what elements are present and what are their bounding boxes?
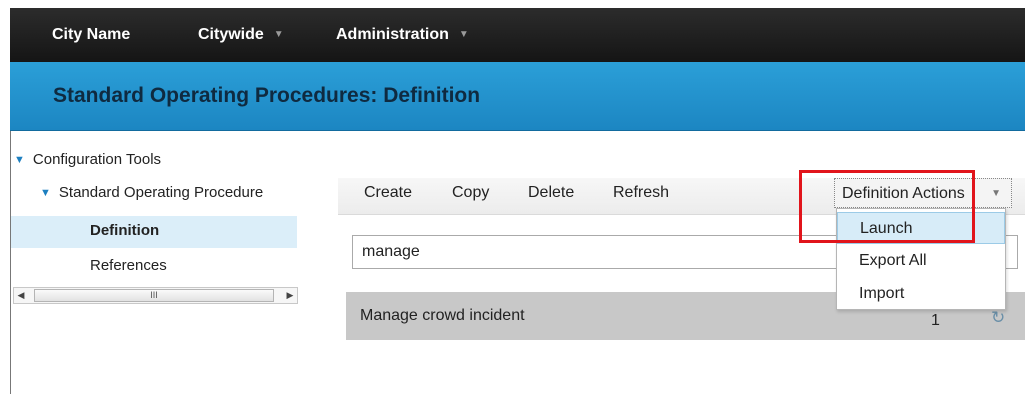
delete-button[interactable]: Delete [528,178,574,214]
chevron-down-icon: ▼ [273,29,284,40]
scroll-left-arrow-icon[interactable]: ◀ [14,288,28,303]
refresh-button[interactable]: Refresh [613,178,669,214]
administration-label: Administration [336,26,449,44]
chevron-down-icon: ▼ [458,29,469,40]
tree-item-label: Configuration Tools [32,151,162,168]
tree-item-configuration-tools[interactable]: ▼ Configuration Tools [14,147,298,173]
tree-item-label: References [90,257,167,274]
menu-item-export-all[interactable]: Export All [837,245,1005,277]
menu-item-import[interactable]: Import [837,278,1005,310]
result-name: Manage crowd incident [360,307,525,324]
create-button[interactable]: Create [364,178,412,214]
administration-menu[interactable]: Administration ▼ [336,8,469,62]
page-title: Standard Operating Procedures: Definitio… [53,84,481,107]
expand-triangle-icon[interactable]: ▼ [14,147,25,173]
scroll-right-arrow-icon[interactable]: ▶ [283,288,297,303]
menu-item-launch[interactable]: Launch [837,212,1005,244]
citywide-label: Citywide [198,26,264,44]
tree-item-label: Definition [90,222,160,239]
definition-actions-menu: Launch Export All Import [836,208,1006,310]
copy-button[interactable]: Copy [452,178,489,214]
definition-actions-label: Definition Actions [842,185,965,202]
citywide-menu[interactable]: Citywide ▼ [198,8,284,62]
top-nav-bar: City Name Citywide ▼ Administration ▼ [10,8,1025,62]
refresh-icon[interactable]: ↻ [991,308,1005,328]
tree-item-references[interactable]: References [11,253,297,279]
definition-actions-dropdown[interactable]: Definition Actions ▼ [834,178,1012,208]
sidebar-horizontal-scrollbar[interactable]: ◀ III ▶ [13,287,298,304]
page-header: Standard Operating Procedures: Definitio… [10,62,1025,131]
tree-item-label: Standard Operating Procedure [58,184,264,201]
search-input-value: manage [362,243,420,260]
tree-item-standard-operating-procedure[interactable]: ▼ Standard Operating Procedure [40,180,298,206]
tree-item-definition[interactable]: Definition [11,216,297,248]
expand-triangle-icon[interactable]: ▼ [40,180,51,206]
city-name-link[interactable]: City Name [52,8,130,62]
chevron-down-icon: ▼ [991,188,1001,199]
scrollbar-thumb[interactable]: III [34,289,274,302]
scroll-grip-icon: III [150,290,158,300]
